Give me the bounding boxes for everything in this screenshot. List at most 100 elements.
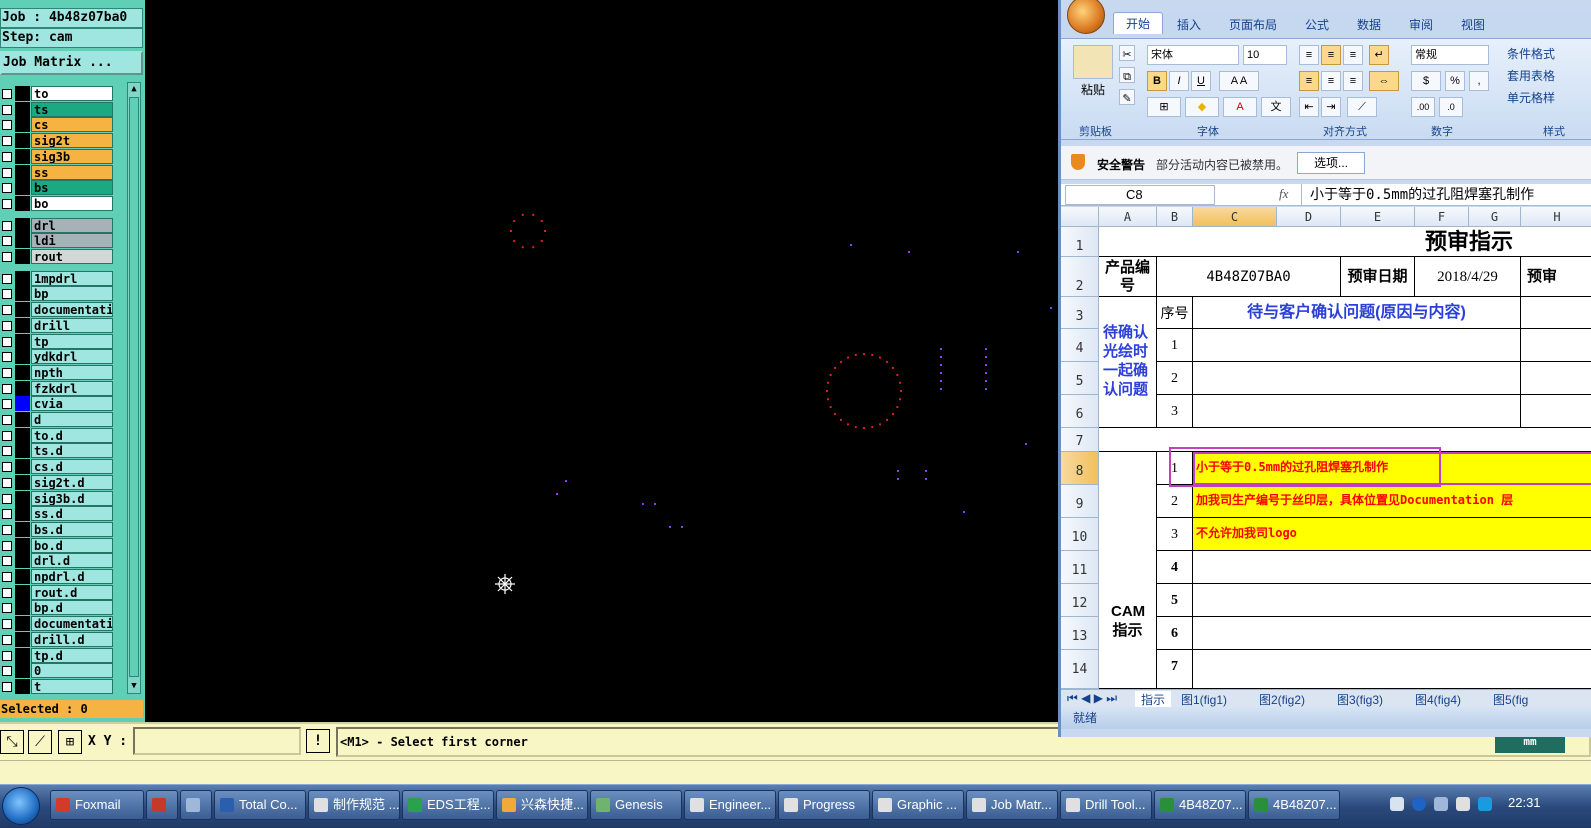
col-header-e[interactable]: E <box>1341 207 1415 227</box>
border-icon[interactable]: ⊞ <box>1147 97 1181 117</box>
layer-checkbox[interactable] <box>2 252 12 262</box>
layer-checkbox[interactable] <box>2 634 12 645</box>
layer-checkbox[interactable] <box>2 383 12 394</box>
issues-header[interactable]: 待与客户确认问题(原因与内容) <box>1193 297 1521 329</box>
cam-num[interactable]: 5 <box>1157 584 1193 617</box>
layer-row[interactable]: rout <box>0 249 115 264</box>
pending-item-2[interactable] <box>1193 362 1521 395</box>
taskbar-item[interactable]: Progress <box>778 790 870 820</box>
align-top-icon[interactable]: ≡ <box>1299 45 1319 65</box>
font-grow-icon[interactable]: A A <box>1219 71 1259 91</box>
taskbar-item[interactable]: Engineer... <box>684 790 776 820</box>
review-label-truncated[interactable]: 预审 <box>1521 257 1591 297</box>
layer-checkbox[interactable] <box>2 540 12 551</box>
name-box[interactable]: C8 <box>1065 185 1215 205</box>
review-date-label[interactable]: 预审日期 <box>1341 257 1415 297</box>
layer-row[interactable]: to.d <box>0 427 115 443</box>
sheet-nav-icon[interactable]: ⏮ ◀ ▶ ⏭ <box>1067 691 1117 706</box>
tab-formulas[interactable]: 公式 <box>1305 16 1329 33</box>
font-size-select[interactable]: 10 <box>1243 45 1287 65</box>
layer-name[interactable]: ydkdrl <box>31 349 113 365</box>
row-header-4[interactable]: 4 <box>1061 329 1099 362</box>
conditional-format-button[interactable]: 条件格式 <box>1507 45 1555 62</box>
cell-h3[interactable] <box>1521 297 1591 329</box>
layer-checkbox[interactable] <box>2 236 12 247</box>
sheet-tab-2[interactable]: 图1(fig1) <box>1181 691 1227 708</box>
layer-name[interactable]: ldi <box>31 233 113 249</box>
paste-icon[interactable] <box>1073 45 1113 79</box>
row-header-10[interactable]: 10 <box>1061 518 1099 551</box>
layer-checkbox[interactable] <box>2 273 12 284</box>
layer-checkbox[interactable] <box>2 556 12 567</box>
sheet-tab-5[interactable]: 图4(fig4) <box>1415 691 1461 708</box>
row-header-14[interactable]: 14 <box>1061 650 1099 689</box>
percent-icon[interactable]: % <box>1445 71 1465 91</box>
phonetic-icon[interactable]: 文 <box>1261 97 1291 117</box>
pending-item-1[interactable] <box>1193 329 1521 362</box>
format-painter-icon[interactable]: ✎ <box>1119 89 1135 105</box>
col-header-c[interactable]: C <box>1193 207 1277 227</box>
cam-item[interactable]: 不允许加我司logo <box>1193 518 1591 551</box>
layer-row[interactable]: cs.d <box>0 459 115 475</box>
layer-name[interactable]: rout <box>31 249 113 264</box>
layer-color-swatch[interactable] <box>15 647 30 663</box>
grid-tool-icon[interactable]: ⊞ <box>58 730 82 754</box>
pending-num-2[interactable]: 2 <box>1157 362 1193 395</box>
start-button-icon[interactable] <box>2 787 40 825</box>
layer-row[interactable]: cs <box>0 117 115 133</box>
layer-row[interactable]: 0 <box>0 663 115 679</box>
row-header-8[interactable]: 8 <box>1061 452 1099 485</box>
align-right-icon[interactable]: ≡ <box>1343 71 1363 91</box>
layer-row[interactable]: npdrl.d <box>0 569 115 584</box>
tray-arrow-icon[interactable] <box>1434 797 1448 811</box>
layer-name[interactable]: bs.d <box>31 521 113 537</box>
layer-checkbox[interactable] <box>2 603 12 614</box>
layer-name[interactable]: sig3b.d <box>31 490 113 506</box>
xy-input[interactable] <box>133 727 301 755</box>
decrease-indent-icon[interactable]: ⇤ <box>1299 97 1319 117</box>
layer-name[interactable]: ts <box>31 101 113 117</box>
spreadsheet-grid[interactable]: A B C D E F G H 1 2 3 4 5 6 7 8 9 10 11 … <box>1061 207 1591 689</box>
layer-checkbox[interactable] <box>2 367 12 378</box>
layer-name[interactable]: bo.d <box>31 537 113 553</box>
scroll-down-icon[interactable]: ▼ <box>129 681 139 691</box>
taskbar-item[interactable]: Job Matr... <box>966 790 1058 820</box>
fx-icon[interactable]: fx <box>1279 186 1288 202</box>
layer-row[interactable]: 1mpdrl <box>0 270 115 286</box>
row-header-11[interactable]: 11 <box>1061 551 1099 584</box>
layer-checkbox[interactable] <box>2 681 12 692</box>
graphic-canvas[interactable] <box>145 0 1060 722</box>
layer-color-swatch[interactable] <box>15 427 30 443</box>
layer-row[interactable]: bs.d <box>0 521 115 537</box>
cam-item[interactable] <box>1193 617 1591 650</box>
merge-center-icon[interactable]: ⇔ <box>1369 71 1399 91</box>
row-header-7[interactable]: 7 <box>1061 428 1099 452</box>
align-middle-icon[interactable]: ≡ <box>1321 45 1341 65</box>
tab-view[interactable]: 视图 <box>1461 16 1485 33</box>
tab-page-layout[interactable]: 页面布局 <box>1229 16 1277 33</box>
layer-color-swatch[interactable] <box>15 569 30 584</box>
row-header-2[interactable]: 2 <box>1061 257 1099 297</box>
layer-row[interactable]: sig3b.d <box>0 490 115 506</box>
layer-name[interactable]: bo <box>31 195 113 211</box>
layer-name[interactable]: npdrl.d <box>31 569 113 584</box>
pending-block[interactable]: 待确认光绘时一起确认问题 <box>1099 297 1157 428</box>
layer-name[interactable]: documentatio <box>31 616 113 632</box>
keyboard-icon[interactable] <box>1390 797 1404 811</box>
col-header-f[interactable]: F <box>1415 207 1469 227</box>
sheet-tab-4[interactable]: 图3(fig3) <box>1337 691 1383 708</box>
layer-checkbox[interactable] <box>2 336 12 347</box>
layer-checkbox[interactable] <box>2 104 12 115</box>
layer-color-swatch[interactable] <box>15 506 30 522</box>
layer-row[interactable]: drill <box>0 317 115 333</box>
layer-row[interactable]: ss <box>0 164 115 180</box>
layer-color-swatch[interactable] <box>15 600 30 616</box>
sheet-title[interactable]: 预审指示 <box>1099 227 1591 257</box>
row-header-1[interactable]: 1 <box>1061 227 1099 257</box>
office-button-icon[interactable] <box>1067 0 1105 34</box>
layer-name[interactable]: drill <box>31 317 113 333</box>
font-name-select[interactable]: 宋体 <box>1147 45 1239 65</box>
layer-row[interactable]: ts <box>0 101 115 117</box>
layer-checkbox[interactable] <box>2 167 12 178</box>
layer-name[interactable]: drl <box>31 217 113 233</box>
